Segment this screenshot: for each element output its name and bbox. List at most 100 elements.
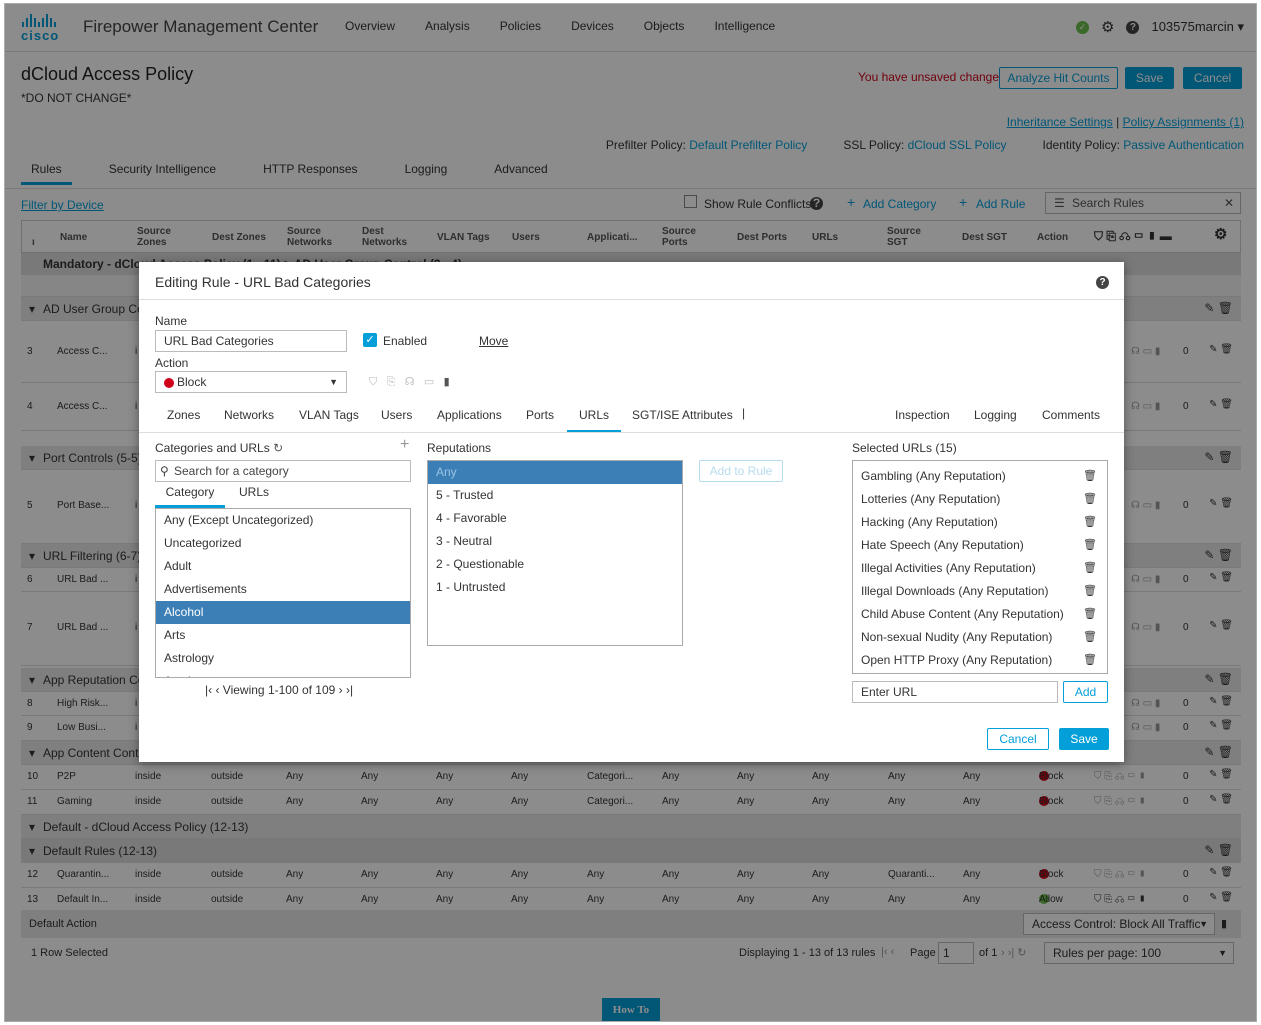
selected-urls-title: Selected URLs (15) [852, 441, 957, 455]
subtab-urls[interactable]: URLs [239, 485, 269, 499]
block-icon [164, 377, 174, 388]
list-item[interactable]: Astrology [156, 647, 410, 670]
categories-title-text: Categories and URLs [155, 441, 270, 455]
help-icon[interactable]: ? [1096, 276, 1109, 289]
trash-icon[interactable]: 🗑 [1083, 511, 1097, 534]
file-policy-icon[interactable]: ⎘ [387, 376, 396, 389]
search-icon: ⚲ [160, 464, 169, 478]
categories-title: Categories and URLs ↻ [155, 441, 283, 455]
trash-icon[interactable]: 🗑 [1083, 465, 1097, 488]
first-prev-page-icons[interactable]: |‹ ‹ [205, 683, 219, 697]
tab-urls[interactable]: URLs [567, 408, 622, 433]
edit-rule-dialog: Editing Rule - URL Bad Categories ? Name… [139, 262, 1124, 762]
tab-vlan-tags[interactable]: VLAN Tags [299, 408, 359, 422]
tab-comments[interactable]: Comments [1042, 408, 1100, 422]
refresh-icon[interactable]: ↻ [273, 441, 283, 455]
selected-url-label: Illegal Activities (Any Reputation) [861, 561, 1036, 575]
list-item[interactable]: Illegal Downloads (Any Reputation) 🗑 [853, 580, 1107, 603]
selected-url-label: Non-sexual Nudity (Any Reputation) [861, 630, 1053, 644]
list-item[interactable]: Uncategorized [156, 532, 410, 555]
tab-divider: | [742, 406, 746, 420]
log-icon[interactable]: ▭ [424, 375, 434, 388]
list-item[interactable]: Illegal Activities (Any Reputation) 🗑 [853, 557, 1107, 580]
urls-tab-panel: Categories and URLs ↻ + ⚲ Search for a c… [139, 432, 1124, 712]
action-option-icons: ⛉ ⎘ ☊ ▭ ▮ [369, 374, 456, 389]
list-item[interactable]: 4 - Favorable [428, 507, 682, 530]
list-item[interactable]: Any [428, 461, 682, 484]
trash-icon[interactable]: 🗑 [1083, 580, 1097, 603]
dialog-title: Editing Rule - URL Bad Categories [155, 274, 371, 290]
subtab-category[interactable]: Category [155, 485, 225, 508]
enabled-label: Enabled [383, 334, 428, 348]
selected-url-label: Lotteries (Any Reputation) [861, 492, 1001, 506]
viewing-count: Viewing 1-100 of 109 [222, 683, 336, 697]
list-item[interactable]: 2 - Questionable [428, 553, 682, 576]
selected-url-label: Child Abuse Content (Any Reputation) [861, 607, 1064, 621]
enabled-checkbox[interactable]: ✓ [363, 333, 377, 347]
comment-icon[interactable]: ▮ [444, 375, 450, 388]
list-item[interactable]: Arts [156, 624, 410, 647]
category-pagination: |‹ ‹ Viewing 1-100 of 109 › ›| [201, 683, 358, 697]
next-last-page-icons[interactable]: › ›| [339, 683, 353, 697]
name-label: Name [155, 314, 188, 328]
category-search-placeholder: Search for a category [174, 464, 289, 478]
list-item[interactable]: Child Abuse Content (Any Reputation) 🗑 [853, 603, 1107, 626]
category-search-input[interactable]: ⚲ Search for a category [155, 460, 411, 482]
list-item[interactable]: 1 - Untrusted [428, 576, 682, 599]
list-item[interactable]: Hacking (Any Reputation) 🗑 [853, 511, 1107, 534]
list-item[interactable]: Gambling (Any Reputation) 🗑 [853, 465, 1107, 488]
enter-url-placeholder: Enter URL [861, 685, 918, 699]
trash-icon[interactable]: 🗑 [1083, 603, 1097, 626]
action-label: Action [155, 356, 189, 370]
tab-inspection[interactable]: Inspection [895, 408, 950, 422]
add-category-plus-icon[interactable]: + [400, 436, 409, 454]
list-item[interactable]: Any (Except Uncategorized) [156, 509, 410, 532]
list-item[interactable]: Adult [156, 555, 410, 578]
tab-users[interactable]: Users [381, 408, 412, 422]
list-item[interactable]: Auctions [156, 670, 410, 677]
browser-frame: cisco Firepower Management Center Overvi… [4, 3, 1257, 1022]
tab-ports[interactable]: Ports [526, 408, 554, 422]
tab-sgt-ise[interactable]: SGT/ISE Attributes [632, 408, 733, 422]
tab-applications[interactable]: Applications [437, 408, 502, 422]
list-item[interactable]: 5 - Trusted [428, 484, 682, 507]
move-link[interactable]: Move [479, 334, 508, 348]
trash-icon[interactable]: 🗑 [1083, 649, 1097, 672]
selected-url-label: Illegal Downloads (Any Reputation) [861, 584, 1049, 598]
category-list: Any (Except Uncategorized) Uncategorized… [155, 508, 411, 678]
rule-name-value: URL Bad Categories [164, 334, 274, 348]
trash-icon[interactable]: 🗑 [1083, 534, 1097, 557]
rule-tabs: Zones Networks VLAN Tags Users Applicati… [139, 400, 1124, 433]
selected-urls-list: Gambling (Any Reputation) 🗑 Lotteries (An… [852, 460, 1108, 674]
dialog-cancel-button[interactable]: Cancel [987, 728, 1049, 750]
shield-icon[interactable]: ⛉ [369, 376, 377, 389]
selected-url-label: Hacking (Any Reputation) [861, 515, 998, 529]
list-item[interactable]: Hate Speech (Any Reputation) 🗑 [853, 534, 1107, 557]
trash-icon[interactable]: 🗑 [1083, 626, 1097, 649]
trash-icon[interactable]: 🗑 [1083, 557, 1097, 580]
add-url-button[interactable]: Add [1063, 681, 1108, 703]
add-to-rule-button[interactable]: Add to Rule [699, 460, 783, 482]
selected-url-label: Open HTTP Proxy (Any Reputation) [861, 653, 1053, 667]
chevron-down-icon: ▼ [329, 377, 338, 387]
tab-networks[interactable]: Networks [224, 408, 274, 422]
tab-zones[interactable]: Zones [167, 408, 200, 422]
list-item[interactable]: Advertisements [156, 578, 410, 601]
list-item[interactable]: Non-sexual Nudity (Any Reputation) 🗑 [853, 626, 1107, 649]
tab-logging[interactable]: Logging [974, 408, 1017, 422]
list-item[interactable]: Open HTTP Proxy (Any Reputation) 🗑 [853, 649, 1107, 672]
trash-icon[interactable]: 🗑 [1083, 488, 1097, 511]
list-item[interactable]: 3 - Neutral [428, 530, 682, 553]
reputations-title: Reputations [427, 441, 492, 455]
selected-url-label: Gambling (Any Reputation) [861, 469, 1006, 483]
dialog-header: Editing Rule - URL Bad Categories ? [139, 262, 1124, 300]
action-value: Block [177, 375, 207, 389]
enter-url-input[interactable]: Enter URL [852, 681, 1058, 703]
list-item[interactable]: Alcohol [156, 601, 410, 624]
dialog-save-button[interactable]: Save [1059, 728, 1109, 750]
user-icon[interactable]: ☊ [405, 375, 415, 388]
selected-url-label: Hate Speech (Any Reputation) [861, 538, 1024, 552]
action-select[interactable]: Block ▼ [155, 371, 347, 393]
rule-name-input[interactable]: URL Bad Categories [155, 330, 347, 352]
list-item[interactable]: Lotteries (Any Reputation) 🗑 [853, 488, 1107, 511]
